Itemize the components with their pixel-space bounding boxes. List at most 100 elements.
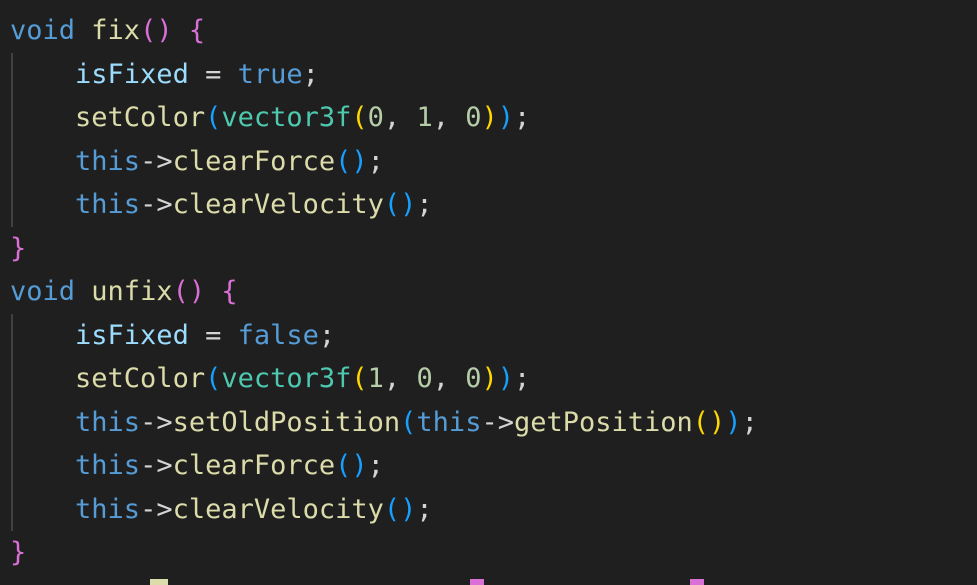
- code-token: (: [351, 363, 368, 394]
- code-token: this: [75, 189, 141, 220]
- code-token: ->: [140, 450, 173, 481]
- code-token: getPosition: [513, 406, 693, 438]
- code-token: fix: [91, 15, 141, 46]
- code-line[interactable]: }: [0, 531, 758, 575]
- indent-guide: [11, 357, 13, 401]
- code-token: {: [188, 15, 206, 46]
- code-token: clearForce: [172, 450, 336, 481]
- indent-guide: [11, 400, 13, 444]
- partial-glyph: [150, 579, 168, 585]
- code-token: 1: [416, 102, 433, 133]
- code-token: (: [351, 102, 368, 133]
- code-token: ->: [140, 493, 173, 525]
- code-token: ;: [514, 363, 531, 394]
- code-token: clearForce: [172, 145, 336, 177]
- indent-guide: [11, 313, 13, 357]
- code-token: setColor: [75, 102, 206, 133]
- code-token: isFixed: [75, 319, 189, 351]
- code-token: (: [205, 102, 222, 133]
- code-token: clearVelocity: [172, 493, 384, 525]
- code-line[interactable]: setColor(vector3f(0, 1, 0));: [0, 96, 758, 140]
- code-content[interactable]: void fix() { isFixed = true; setColor(ve…: [0, 9, 758, 575]
- code-token: ;: [741, 406, 758, 438]
- code-editor[interactable]: void fix() { isFixed = true; setColor(ve…: [0, 0, 977, 585]
- code-token: 0: [367, 102, 384, 133]
- code-token: ->: [140, 145, 173, 177]
- code-token: this: [75, 493, 141, 525]
- code-token: ;: [302, 58, 319, 90]
- code-token: setColor: [75, 363, 206, 394]
- code-token: ;: [318, 319, 336, 351]
- code-line[interactable]: isFixed = false;: [0, 313, 758, 357]
- code-token: (): [335, 145, 368, 177]
- code-token: ->: [140, 406, 173, 438]
- code-token: void: [10, 15, 76, 46]
- code-token: 0: [416, 363, 433, 394]
- partially-visible-next-line: [0, 579, 977, 585]
- code-line[interactable]: void unfix() {: [0, 270, 758, 314]
- code-token: ,: [432, 102, 466, 133]
- code-token: (): [692, 406, 726, 438]
- code-token: ): [725, 406, 742, 438]
- code-token: =: [188, 319, 238, 351]
- code-token: {: [221, 276, 238, 307]
- code-token: }: [10, 537, 27, 568]
- code-token: (): [383, 493, 417, 525]
- code-line[interactable]: this->clearVelocity();: [0, 487, 758, 531]
- code-token: ): [481, 102, 498, 133]
- code-token: ;: [514, 102, 531, 133]
- indent-guide: [11, 444, 13, 488]
- code-token: ): [497, 102, 515, 133]
- code-token: }: [10, 232, 27, 264]
- code-token: ,: [383, 102, 417, 133]
- code-token: 0: [465, 102, 482, 133]
- partial-glyph: [690, 579, 704, 585]
- code-token: this: [416, 406, 482, 438]
- indent-guide: [11, 52, 13, 96]
- code-line[interactable]: void fix() {: [0, 9, 758, 53]
- code-token: (): [335, 450, 368, 481]
- code-token: ;: [416, 493, 433, 525]
- code-token: ;: [367, 145, 384, 177]
- indent-guide: [11, 183, 13, 227]
- code-line[interactable]: this->clearVelocity();: [0, 183, 758, 227]
- code-line[interactable]: this->setOldPosition(this->getPosition()…: [0, 400, 758, 444]
- code-token: ->: [140, 189, 173, 220]
- code-line[interactable]: this->clearForce();: [0, 444, 758, 488]
- code-line[interactable]: this->clearForce();: [0, 139, 758, 183]
- indent-guide: [11, 487, 13, 531]
- code-token: =: [188, 58, 238, 90]
- code-token: ): [481, 363, 498, 394]
- code-token: vector3f: [221, 102, 352, 133]
- indent-guide: [11, 96, 13, 140]
- code-token: (): [383, 189, 417, 220]
- code-token: ;: [367, 450, 384, 481]
- code-token: ,: [383, 363, 417, 394]
- code-token: (: [400, 406, 417, 438]
- code-token: clearVelocity: [172, 189, 384, 220]
- code-token: void: [10, 276, 76, 307]
- code-token: ;: [416, 189, 433, 220]
- code-token: this: [75, 145, 141, 177]
- code-token: 1: [367, 363, 384, 394]
- code-line[interactable]: isFixed = true;: [0, 52, 758, 96]
- code-token: this: [75, 406, 141, 438]
- code-token: isFixed: [75, 58, 189, 90]
- code-line[interactable]: setColor(vector3f(1, 0, 0));: [0, 357, 758, 401]
- code-token: ): [497, 363, 515, 394]
- code-token: setOldPosition: [172, 406, 401, 438]
- code-token: (: [205, 363, 222, 394]
- code-token: vector3f: [221, 363, 352, 394]
- partial-glyph: [470, 579, 484, 585]
- code-line[interactable]: }: [0, 227, 758, 271]
